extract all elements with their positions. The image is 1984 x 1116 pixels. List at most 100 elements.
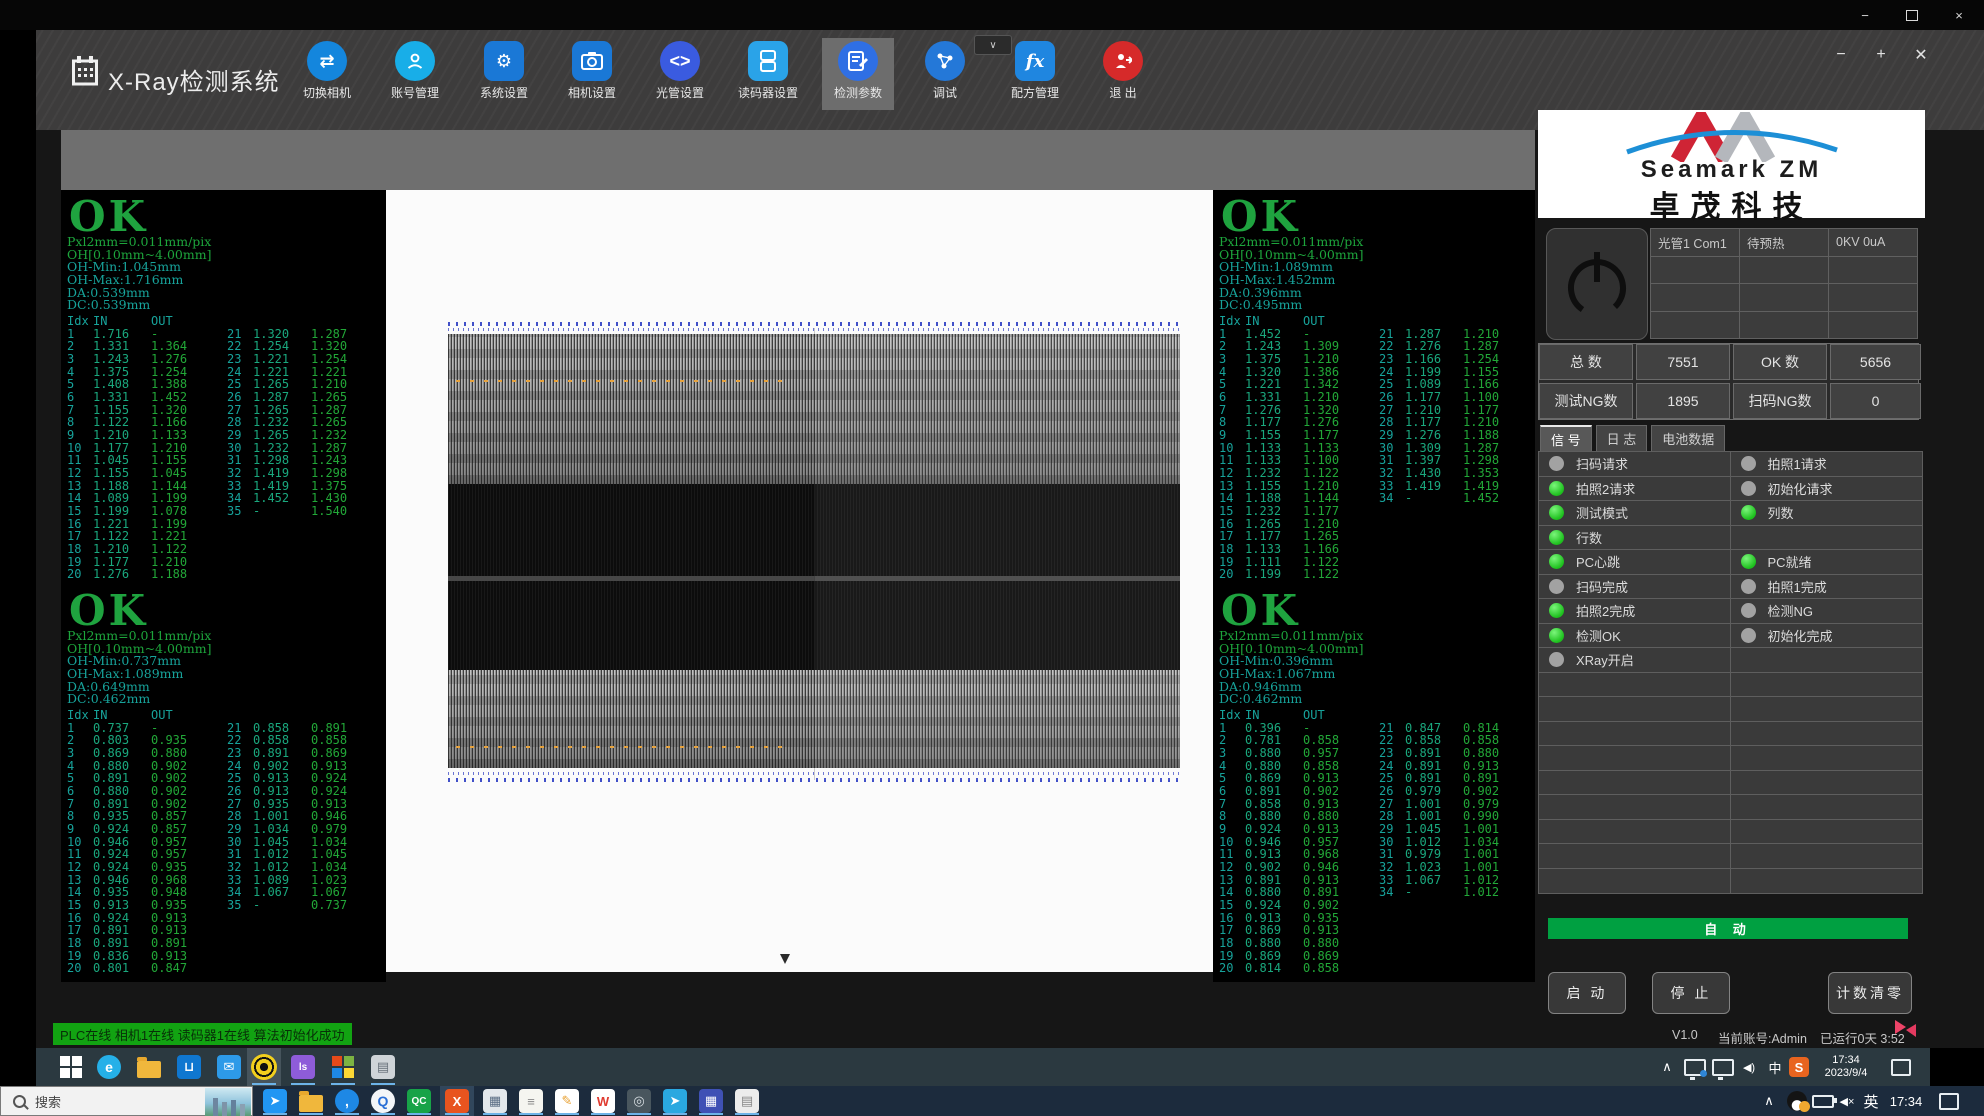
indicator-cell bbox=[1539, 722, 1731, 746]
toolbar-item-camera-settings[interactable]: 相机设置 bbox=[556, 38, 628, 110]
gray-doc-app-icon[interactable]: ▤ bbox=[366, 1048, 400, 1086]
toolbar-item-switch-camera[interactable]: ⇄ 切换相机 bbox=[291, 38, 363, 110]
note-pencil-app-icon[interactable]: ✎ bbox=[550, 1086, 584, 1116]
outer-tray-chevron-icon[interactable]: ∧ bbox=[1756, 1086, 1782, 1116]
outer-notification-icon[interactable] bbox=[1936, 1086, 1962, 1116]
taskbar-search-input[interactable]: 搜索 bbox=[0, 1086, 253, 1116]
app-window: X-Ray检测系统 ⇄ 切换相机 账号管理 ⚙ 系统设置 相机设置 <> 光管设… bbox=[0, 30, 1984, 1048]
indicator-row: XRay开启 bbox=[1539, 648, 1922, 673]
file-explorer-icon[interactable] bbox=[132, 1048, 166, 1086]
panel-col-a: 10.737-20.8030.93530.8690.88040.8800.902… bbox=[67, 721, 209, 974]
comma-app-icon[interactable]: , bbox=[330, 1086, 364, 1116]
running-app-underline bbox=[263, 1113, 287, 1115]
qq-icon[interactable] bbox=[1784, 1086, 1810, 1116]
search-placeholder: 搜索 bbox=[35, 1092, 61, 1111]
brand-name: Seamark ZM bbox=[1538, 156, 1925, 184]
network-display-icon[interactable] bbox=[1710, 1048, 1736, 1086]
qc-app-icon[interactable]: QC bbox=[402, 1086, 436, 1116]
measure-row: 31.2431.276 bbox=[67, 352, 209, 365]
toolbar-collapse-chevron-icon[interactable]: ∨ bbox=[974, 35, 1012, 55]
start-button[interactable] bbox=[54, 1048, 88, 1086]
speaker-icon[interactable]: ◀) bbox=[1736, 1048, 1762, 1086]
indicator-cell bbox=[1731, 820, 1923, 844]
tab-item[interactable]: 电池数据 bbox=[1651, 425, 1725, 451]
remote-desktop-icon[interactable] bbox=[1682, 1048, 1708, 1086]
indicator-label: 拍照1完成 bbox=[1768, 577, 1827, 596]
measure-row: 271.2651.287 bbox=[227, 403, 369, 416]
toolbar-item-detect-params[interactable]: 检测参数 bbox=[822, 38, 894, 110]
notepad-app-icon[interactable]: ≡ bbox=[514, 1086, 548, 1116]
edge-browser-icon[interactable]: e bbox=[92, 1048, 126, 1086]
measure-row: 321.4301.353 bbox=[1379, 466, 1521, 479]
toolbar-item-reader-settings[interactable]: 读码器设置 bbox=[732, 38, 804, 110]
battery-icon[interactable] bbox=[1810, 1086, 1836, 1116]
tray-clock[interactable]: 17:342023/9/4 bbox=[1814, 1048, 1878, 1086]
indicator-label: 扫码请求 bbox=[1576, 454, 1628, 473]
ime-indicator[interactable]: 中 bbox=[1762, 1048, 1788, 1086]
toolbar-label: 相机设置 bbox=[556, 84, 628, 101]
mail-icon[interactable]: ✉ bbox=[212, 1048, 246, 1086]
outer-titlebar: − × bbox=[0, 0, 1984, 30]
doc-app-icon[interactable]: ▤ bbox=[730, 1086, 764, 1116]
power-button[interactable] bbox=[1546, 228, 1648, 340]
tab-active[interactable]: 信 号 bbox=[1540, 425, 1592, 451]
monitor-chart-app-icon[interactable]: ▦ bbox=[478, 1086, 512, 1116]
toolbar-label: 退 出 bbox=[1087, 84, 1159, 101]
tray-chevron-icon[interactable]: ∧ bbox=[1654, 1048, 1680, 1086]
speaker-muted-icon[interactable]: ◀× bbox=[1834, 1086, 1860, 1116]
sogou-icon[interactable]: S bbox=[1786, 1048, 1812, 1086]
folder-app-icon[interactable] bbox=[294, 1086, 328, 1116]
news-weather-graphic[interactable] bbox=[205, 1088, 251, 1116]
outer-maximize-icon[interactable] bbox=[1897, 6, 1927, 24]
toolbar-item-debug[interactable]: 调试 bbox=[909, 38, 981, 110]
app-expand-icon[interactable]: + bbox=[1866, 44, 1896, 66]
measure-row: 211.3201.287 bbox=[227, 327, 369, 340]
indicator-dot bbox=[1741, 505, 1756, 520]
tiles-app-icon[interactable] bbox=[326, 1048, 360, 1086]
measure-row: 34-1.452 bbox=[1379, 491, 1521, 504]
wps-app-icon[interactable]: W bbox=[586, 1086, 620, 1116]
indicator-row-empty bbox=[1539, 869, 1922, 894]
measure-row: 230.8910.869 bbox=[227, 746, 369, 759]
measure-row: 270.9350.913 bbox=[227, 797, 369, 810]
running-app-underline bbox=[699, 1113, 723, 1115]
q-browser-icon[interactable]: Q bbox=[366, 1086, 400, 1116]
toolbar-item-exit[interactable]: 退 出 bbox=[1087, 38, 1159, 110]
measure-row: 141.0891.199 bbox=[67, 491, 209, 504]
outer-tray-clock[interactable]: 17:34 bbox=[1884, 1086, 1928, 1116]
panel-header: Pxl2mm=0.011mm/pixOH[0.10mm~4.00mm]OH-Mi… bbox=[1219, 630, 1363, 706]
toolbar-item-system-settings[interactable]: ⚙ 系统设置 bbox=[468, 38, 540, 110]
start-button[interactable]: 启 动 bbox=[1548, 972, 1626, 1014]
indicator-cell bbox=[1731, 869, 1923, 894]
auto-mode-bar[interactable]: 自 动 bbox=[1548, 918, 1908, 939]
toolbar-item-account[interactable]: 账号管理 bbox=[379, 38, 451, 110]
outer-close-icon[interactable]: × bbox=[1944, 6, 1974, 24]
tube-cell bbox=[1651, 284, 1740, 312]
grid-app-icon[interactable]: ▦ bbox=[694, 1086, 728, 1116]
tube-cell bbox=[1740, 257, 1829, 285]
stat-ok-value: 5656 bbox=[1830, 344, 1921, 380]
stat-total-label: 总 数 bbox=[1539, 344, 1633, 380]
toolbar-label: 检测参数 bbox=[822, 84, 894, 101]
outer-ime-indicator[interactable]: 英 bbox=[1858, 1086, 1884, 1116]
measure-row: 181.1331.166 bbox=[1219, 542, 1361, 555]
orange-active-app-icon[interactable]: X bbox=[440, 1086, 474, 1116]
app-minimize-icon[interactable]: − bbox=[1826, 44, 1856, 66]
store-icon[interactable]: ⊔ bbox=[172, 1048, 206, 1086]
xray-app-icon[interactable] bbox=[247, 1048, 281, 1086]
indicator-dot bbox=[1741, 628, 1756, 643]
notification-icon[interactable] bbox=[1888, 1048, 1914, 1086]
bird2-app-icon[interactable]: ➤ bbox=[658, 1086, 692, 1116]
clear-count-button[interactable]: 计数清零 bbox=[1828, 972, 1912, 1014]
outer-minimize-icon[interactable]: − bbox=[1850, 6, 1880, 24]
measure-row: 221.2541.320 bbox=[227, 339, 369, 352]
bird-app-icon[interactable]: ➤ bbox=[258, 1086, 292, 1116]
measure-row: 10.737- bbox=[67, 721, 209, 734]
search-app-icon[interactable]: ◎ bbox=[622, 1086, 656, 1116]
app-close-icon[interactable]: ✕ bbox=[1906, 44, 1936, 66]
indicator-cell bbox=[1731, 844, 1923, 868]
stop-button[interactable]: 停 止 bbox=[1652, 972, 1730, 1014]
purple-app-icon[interactable]: ls bbox=[286, 1048, 320, 1086]
tab-item[interactable]: 日 志 bbox=[1596, 425, 1648, 451]
toolbar-item-tube-settings[interactable]: <> 光管设置 bbox=[644, 38, 716, 110]
